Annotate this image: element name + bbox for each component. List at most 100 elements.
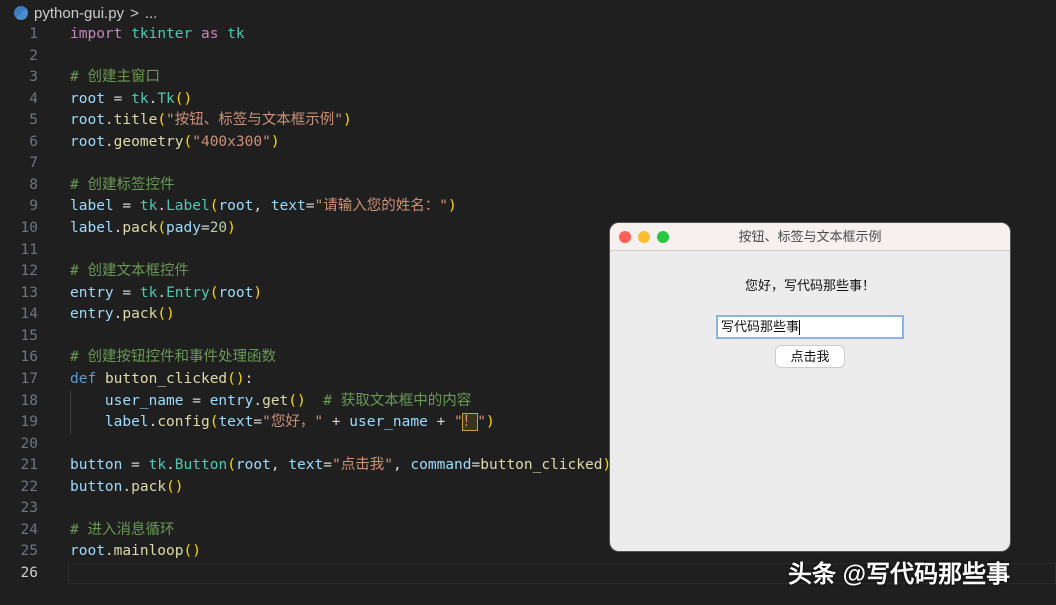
code-line[interactable]: 9 label = tk.Label(root, text="请输入您的姓名：") bbox=[0, 196, 1056, 218]
code-token: "400x300" bbox=[192, 133, 271, 150]
zoom-button[interactable] bbox=[657, 231, 669, 243]
code-token: user_name bbox=[104, 392, 184, 409]
line-number: 8 bbox=[29, 176, 38, 193]
code-token: ) bbox=[270, 133, 280, 150]
code-line[interactable]: 7 bbox=[0, 153, 1056, 175]
code-line[interactable]: 1 import tkinter as tk bbox=[0, 24, 1056, 46]
breadcrumb-file[interactable]: python-gui.py bbox=[34, 5, 124, 22]
code-token: Button bbox=[174, 457, 228, 474]
code-text: # 创建标签控件 bbox=[70, 175, 174, 197]
code-text: user_name = entry.get() # 获取文本框中的内容 bbox=[70, 391, 471, 413]
code-text: def button_clicked(): bbox=[70, 369, 253, 391]
code-line[interactable]: 4 root = tk.Tk() bbox=[0, 89, 1056, 111]
code-token: root bbox=[70, 133, 105, 150]
code-token: root bbox=[218, 198, 254, 215]
code-text: import tkinter as tk bbox=[70, 24, 245, 46]
code-token: pack bbox=[122, 306, 158, 323]
code-token: button bbox=[70, 457, 123, 474]
code-token: entry bbox=[70, 306, 114, 323]
code-token: Tk bbox=[157, 90, 175, 107]
line-number: 18 bbox=[20, 392, 38, 409]
code-token: , bbox=[270, 457, 289, 474]
code-token: "您好，" bbox=[262, 414, 324, 431]
code-token: root bbox=[70, 112, 105, 129]
line-number: 9 bbox=[29, 198, 38, 215]
code-text: entry.pack() bbox=[70, 304, 175, 326]
code-token: root bbox=[218, 284, 254, 301]
code-token: import bbox=[70, 26, 123, 42]
code-line[interactable]: 3 # 创建主窗口 bbox=[0, 67, 1056, 89]
line-number: 2 bbox=[29, 47, 38, 64]
line-number: 3 bbox=[29, 69, 38, 86]
code-token: # 创建主窗口 bbox=[70, 69, 160, 86]
code-token: button_clicked bbox=[104, 370, 228, 387]
code-token: label bbox=[70, 198, 114, 215]
code-token: command bbox=[410, 457, 472, 474]
code-token: tk bbox=[131, 90, 149, 107]
code-token: . bbox=[157, 198, 167, 215]
code-token: 20 bbox=[209, 220, 228, 237]
code-token: ) bbox=[486, 414, 495, 431]
line-number: 21 bbox=[20, 457, 38, 474]
minimize-button[interactable] bbox=[638, 231, 650, 243]
code-text: # 进入消息循环 bbox=[70, 520, 174, 542]
code-text: button = tk.Button(root, text="点击我", com… bbox=[70, 455, 611, 477]
code-token: user_name bbox=[349, 414, 428, 431]
name-entry[interactable]: 写代码那些事 bbox=[716, 315, 904, 339]
code-token: geometry bbox=[113, 133, 184, 150]
code-token: ！ bbox=[461, 413, 479, 432]
close-button[interactable] bbox=[619, 231, 631, 243]
code-token: text bbox=[270, 198, 306, 215]
code-token: text bbox=[218, 414, 254, 431]
code-token: ) bbox=[253, 284, 263, 301]
code-token: entry bbox=[70, 284, 114, 301]
code-line[interactable]: 6 root.geometry("400x300") bbox=[0, 132, 1056, 154]
code-token: = bbox=[305, 198, 315, 215]
click-me-button[interactable]: 点击我 bbox=[776, 346, 844, 367]
code-line[interactable]: 2 bbox=[0, 46, 1056, 68]
code-token: () bbox=[227, 370, 245, 387]
code-token: () bbox=[174, 90, 193, 107]
code-token: ( bbox=[227, 457, 236, 474]
chevron-right-icon: > bbox=[130, 4, 139, 22]
code-token: Label bbox=[166, 198, 210, 215]
code-token: () bbox=[157, 306, 175, 323]
code-token: "请输入您的姓名：" bbox=[314, 198, 448, 215]
window-titlebar[interactable]: 按钮、标签与文本框示例 bbox=[610, 223, 1010, 251]
line-number: 7 bbox=[29, 155, 38, 172]
line-number: 16 bbox=[20, 349, 38, 366]
code-line[interactable]: 5 root.title("按钮、标签与文本框示例") bbox=[0, 110, 1056, 132]
line-number: 12 bbox=[20, 263, 38, 280]
code-token: pack bbox=[131, 478, 167, 495]
code-token: "点击我" bbox=[331, 457, 393, 474]
code-token: . bbox=[253, 392, 263, 409]
code-token: . bbox=[148, 414, 158, 431]
code-token: # 创建标签控件 bbox=[70, 176, 175, 193]
code-token: " bbox=[477, 414, 487, 431]
code-token: tk bbox=[139, 198, 158, 215]
code-token: pack bbox=[122, 220, 158, 237]
code-token: mainloop bbox=[113, 543, 184, 560]
code-token: Entry bbox=[166, 284, 210, 301]
code-text: # 创建主窗口 bbox=[70, 67, 160, 89]
code-token: ) bbox=[343, 112, 352, 129]
entry-value: 写代码那些事 bbox=[721, 319, 800, 334]
code-token: ) bbox=[447, 198, 457, 215]
indent-guide bbox=[70, 390, 71, 434]
code-token: () bbox=[183, 543, 201, 560]
code-text: label = tk.Label(root, text="请输入您的姓名：") bbox=[70, 196, 457, 218]
line-number: 1 bbox=[29, 26, 38, 42]
code-token: tkinter bbox=[131, 26, 193, 42]
code-token: def bbox=[70, 370, 97, 387]
code-token: + bbox=[427, 414, 455, 431]
breadcrumb: python-gui.py > ... bbox=[14, 3, 157, 23]
line-number: 25 bbox=[20, 543, 38, 560]
line-number: 15 bbox=[20, 327, 38, 344]
breadcrumb-more[interactable]: ... bbox=[145, 5, 158, 22]
code-token: root bbox=[70, 90, 105, 107]
code-line[interactable]: 8 # 创建标签控件 bbox=[0, 175, 1056, 197]
